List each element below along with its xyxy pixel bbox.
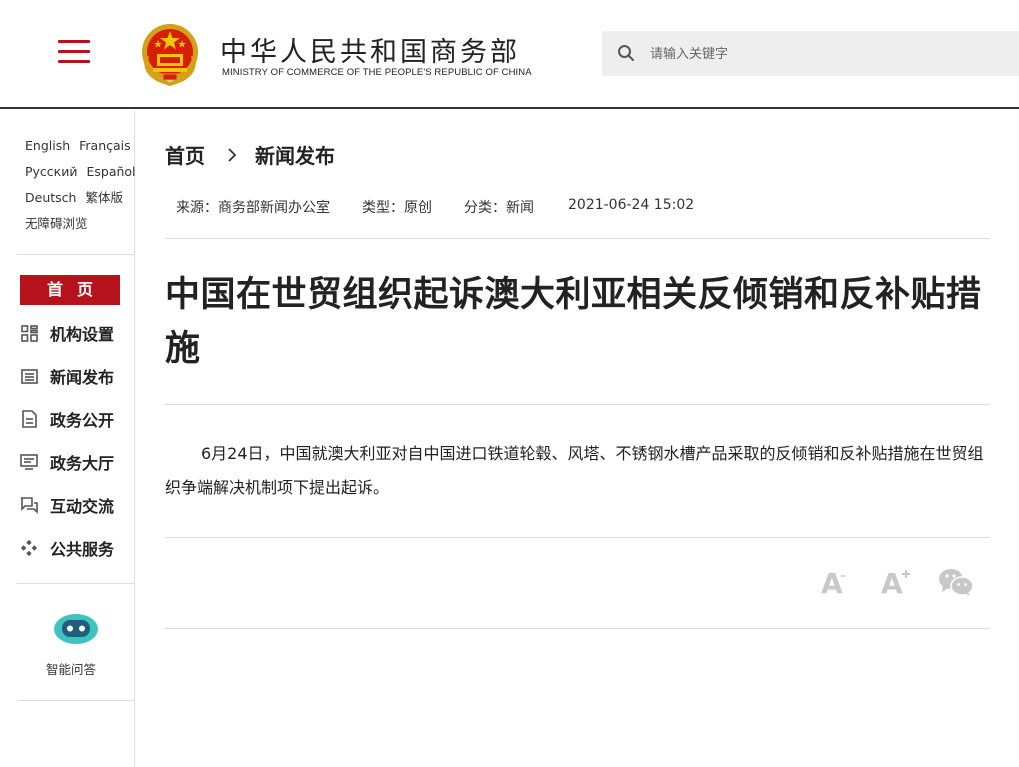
divider <box>165 537 990 538</box>
font-decrease-icon[interactable]: A <box>816 562 850 602</box>
breadcrumb-home-link[interactable]: 首页 <box>165 140 205 169</box>
divider <box>165 404 990 405</box>
sidebar-item-label: 政务大厅 <box>50 454 115 473</box>
divider <box>165 238 990 239</box>
accessibility-link[interactable]: 无障碍浏览 <box>25 211 88 237</box>
svg-text:A: A <box>821 567 843 600</box>
article-title: 中国在世贸组织起诉澳大利亚相关反倾销和反补贴措施 <box>165 275 982 369</box>
font-increase-icon[interactable]: A <box>878 562 912 602</box>
national-emblem-icon[interactable] <box>139 22 201 86</box>
assistant-label[interactable]: 智能问答 <box>46 659 96 678</box>
lang-russian-link[interactable]: Русский <box>25 159 77 185</box>
chevron-right-icon <box>227 147 237 163</box>
sidebar-item-news[interactable]: 新闻发布 <box>20 363 114 389</box>
service-icon <box>20 539 38 557</box>
lang-english-link[interactable]: English <box>25 133 70 159</box>
sidebar-divider <box>17 583 134 584</box>
sidebar: English Français Русский Español Deutsch… <box>0 111 136 767</box>
lang-traditional-chinese-link[interactable]: 繁体版 <box>85 185 123 211</box>
meta-date: 2021-06-24 15:02 <box>568 197 695 213</box>
meta-type: 类型：原创 <box>362 200 432 216</box>
menu-icon[interactable] <box>58 40 90 66</box>
article-meta: 来源：商务部新闻办公室 类型：原创 分类：新闻 2021-06-24 15:02 <box>176 197 726 217</box>
svg-text:A: A <box>881 567 903 600</box>
breadcrumb: 首页 新闻发布 <box>165 140 335 169</box>
search-icon[interactable] <box>617 44 635 62</box>
sidebar-item-service-hall[interactable]: 政务大厅 <box>20 449 114 475</box>
monitor-icon <box>20 453 38 471</box>
sidebar-item-label: 新闻发布 <box>50 368 115 387</box>
sidebar-item-label: 公共服务 <box>50 540 115 559</box>
sidebar-divider <box>17 700 134 701</box>
sidebar-home-button[interactable]: 首页 <box>20 275 120 305</box>
sidebar-divider <box>17 254 134 255</box>
sidebar-item-organization[interactable]: 机构设置 <box>20 320 114 346</box>
lang-french-link[interactable]: Français <box>79 133 131 159</box>
breadcrumb-current-link[interactable]: 新闻发布 <box>255 140 335 169</box>
news-icon <box>20 367 38 385</box>
site-title: 中华人民共和国商务部 <box>220 37 520 68</box>
sidebar-item-interaction[interactable]: 互动交流 <box>20 492 114 518</box>
sidebar-item-label: 机构设置 <box>50 325 115 344</box>
meta-source: 来源：商务部新闻办公室 <box>176 200 330 216</box>
sidebar-item-label: 互动交流 <box>50 497 115 516</box>
search-box <box>602 31 1019 76</box>
meta-category: 分类：新闻 <box>464 200 534 216</box>
site-header: 中华人民共和国商务部 MINISTRY OF COMMERCE OF THE P… <box>0 0 1019 109</box>
lang-german-link[interactable]: Deutsch <box>25 185 76 211</box>
grid-icon <box>20 324 38 342</box>
chat-icon <box>20 496 38 514</box>
lang-spanish-link[interactable]: Español <box>86 159 135 185</box>
document-icon <box>20 410 38 428</box>
article-tools: A A <box>816 562 976 602</box>
sidebar-item-public-service[interactable]: 公共服务 <box>20 535 114 561</box>
robot-assistant-icon[interactable] <box>53 611 99 647</box>
site-subtitle: MINISTRY OF COMMERCE OF THE PEOPLE'S REP… <box>222 67 532 78</box>
language-links: English Français Русский Español Deutsch… <box>25 133 136 237</box>
sidebar-item-label: 政务公开 <box>50 411 115 430</box>
search-input[interactable] <box>650 43 1000 65</box>
wechat-share-icon[interactable] <box>936 562 976 602</box>
divider <box>165 628 990 629</box>
sidebar-item-government-affairs[interactable]: 政务公开 <box>20 406 114 432</box>
article-body: 6月24日，中国就澳大利亚对自中国进口铁道轮毂、风塔、不锈钢水槽产品采取的反倾销… <box>165 444 984 497</box>
